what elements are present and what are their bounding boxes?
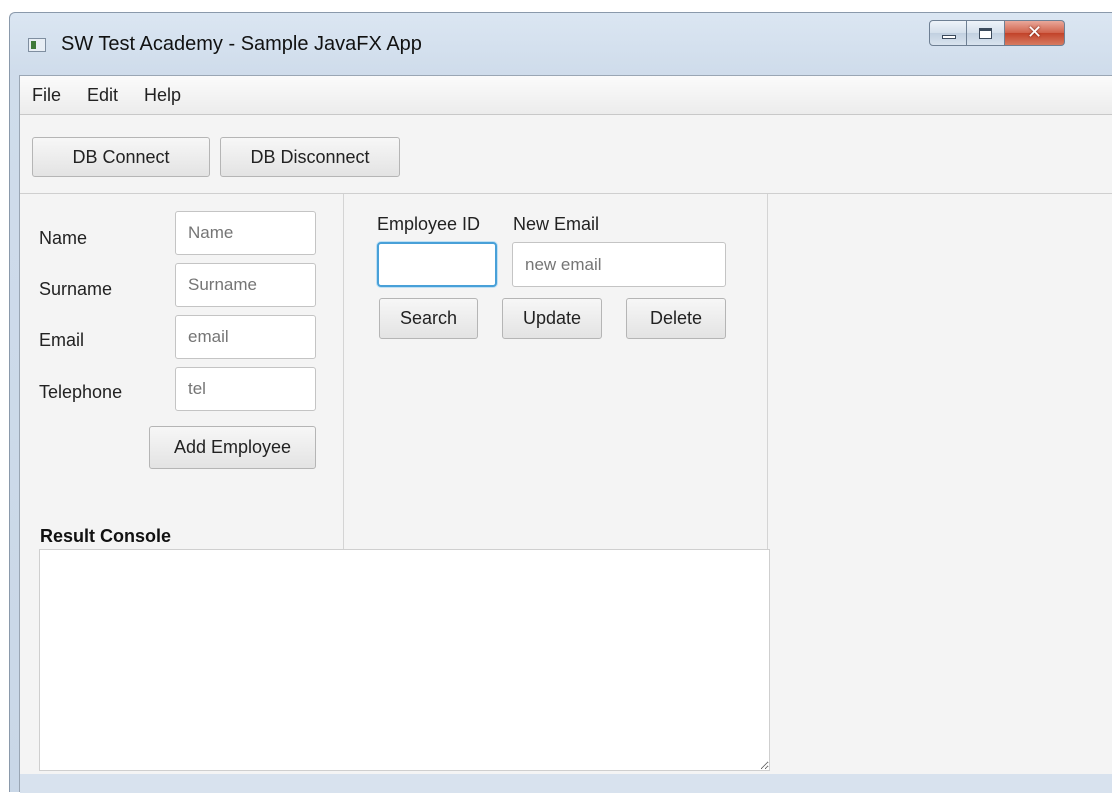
search-button[interactable]: Search xyxy=(379,298,478,339)
menu-bar: File Edit Help xyxy=(20,76,1112,115)
result-console-label: Result Console xyxy=(40,526,172,546)
maximize-icon xyxy=(979,28,992,39)
panel-divider xyxy=(343,194,344,549)
name-label: Name xyxy=(39,228,88,248)
window-controls: ✕ xyxy=(929,20,1065,48)
menu-edit[interactable]: Edit xyxy=(87,85,118,106)
email-label: Email xyxy=(39,330,85,350)
maximize-button[interactable] xyxy=(967,20,1005,46)
db-disconnect-button[interactable]: DB Disconnect xyxy=(220,137,400,177)
surname-label: Surname xyxy=(39,279,113,299)
client-area: File Edit Help DB Connect DB Disconnect … xyxy=(19,75,1112,793)
menu-help[interactable]: Help xyxy=(144,85,181,106)
email-input[interactable] xyxy=(175,315,316,359)
close-icon: ✕ xyxy=(1026,22,1043,43)
minimize-icon xyxy=(942,35,956,39)
update-button[interactable]: Update xyxy=(502,298,602,339)
name-input[interactable] xyxy=(175,211,316,255)
new-email-label: New Email xyxy=(513,214,600,234)
surname-input[interactable] xyxy=(175,263,316,307)
new-email-input[interactable] xyxy=(512,242,726,287)
telephone-input[interactable] xyxy=(175,367,316,411)
telephone-label: Telephone xyxy=(39,382,123,402)
title-bar[interactable]: SW Test Academy - Sample JavaFX App ✕ xyxy=(10,13,1112,75)
result-console[interactable] xyxy=(39,549,770,771)
db-connect-button[interactable]: DB Connect xyxy=(32,137,210,177)
employee-id-input[interactable] xyxy=(377,242,497,287)
menu-file[interactable]: File xyxy=(32,85,61,106)
window-bottom-border xyxy=(20,774,1112,793)
employee-id-label: Employee ID xyxy=(377,214,481,234)
add-employee-button[interactable]: Add Employee xyxy=(149,426,316,469)
close-button[interactable]: ✕ xyxy=(1005,20,1065,46)
minimize-button[interactable] xyxy=(929,20,967,46)
toolbar: DB Connect DB Disconnect xyxy=(20,115,1112,194)
java-app-icon xyxy=(28,38,46,52)
window-title: SW Test Academy - Sample JavaFX App xyxy=(61,33,422,55)
delete-button[interactable]: Delete xyxy=(626,298,726,339)
panel-divider xyxy=(767,194,768,549)
